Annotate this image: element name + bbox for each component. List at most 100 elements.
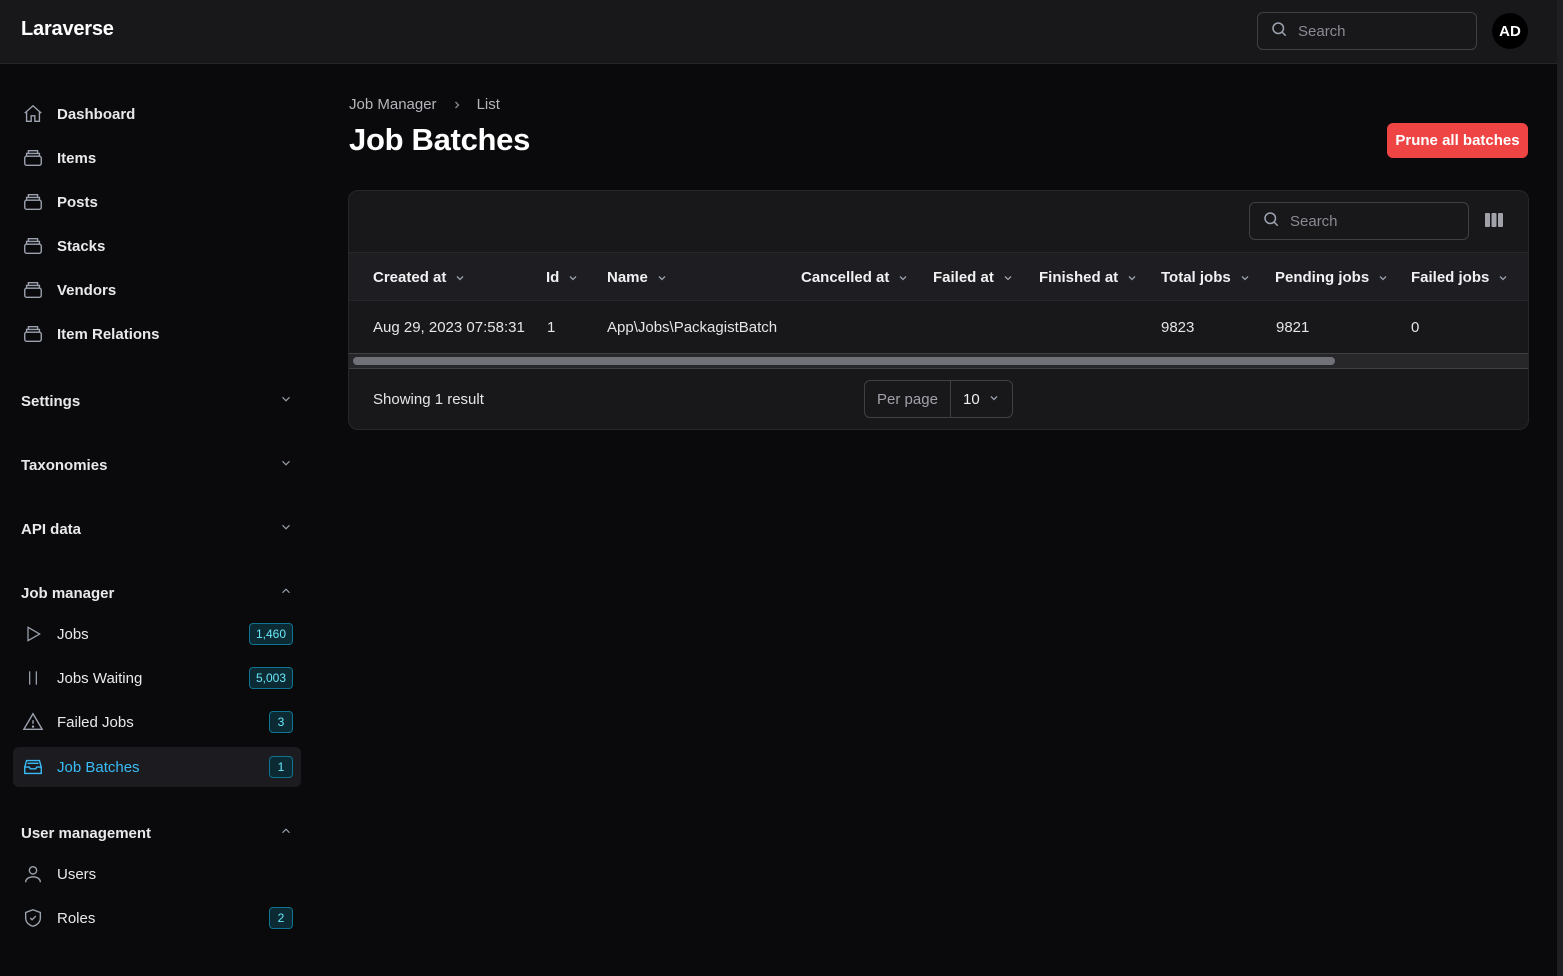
- count-badge: 1,460: [248, 623, 293, 645]
- sidebar-item-roles[interactable]: Roles 2: [13, 898, 301, 938]
- chevron-down-icon: [897, 272, 909, 284]
- chevron-up-icon: [279, 584, 293, 602]
- count-badge: 5,003: [248, 667, 293, 689]
- group-label: Job manager: [21, 584, 115, 602]
- table-card: Created at Id Name Cancelled at Failed a…: [348, 190, 1529, 430]
- sidebar-item-label: Posts: [57, 193, 98, 211]
- chevron-up-icon: [279, 824, 293, 842]
- chevron-down-icon: [656, 272, 668, 284]
- column-label: Pending jobs: [1275, 269, 1370, 286]
- chevron-down-icon: [1002, 272, 1014, 284]
- sidebar-item-label: Items: [57, 149, 97, 167]
- sidebar-item-dashboard[interactable]: Dashboard: [13, 94, 301, 134]
- table-header: Created at Id Name Cancelled at Failed a…: [349, 252, 1528, 302]
- chevron-right-icon: [451, 99, 463, 111]
- chevron-down-icon: [279, 456, 293, 474]
- sidebar-item-failed-jobs[interactable]: Failed Jobs 3: [13, 702, 301, 742]
- stack-icon: [22, 279, 44, 301]
- cell-total-jobs: 9823: [1161, 318, 1195, 336]
- column-header-cancelled-at[interactable]: Cancelled at: [801, 253, 909, 302]
- per-page-label: Per page: [865, 381, 951, 417]
- table-search[interactable]: [1249, 202, 1469, 240]
- table-horizontal-scrollbar[interactable]: [349, 353, 1528, 369]
- sidebar-item-jobs-waiting[interactable]: Jobs Waiting 5,003: [13, 658, 301, 698]
- user-icon: [22, 863, 44, 885]
- page-title: Job Batches: [349, 122, 531, 157]
- global-search[interactable]: [1257, 12, 1477, 50]
- column-label: Failed at: [933, 269, 994, 286]
- group-label: User management: [21, 824, 152, 842]
- global-search-input[interactable]: [1298, 22, 1458, 40]
- stack-icon: [22, 323, 44, 345]
- column-header-created-at[interactable]: Created at: [373, 253, 466, 302]
- column-header-failed-jobs[interactable]: Failed jobs: [1411, 253, 1509, 302]
- stack-icon: [22, 235, 44, 257]
- top-bar: Laraverse AD: [0, 0, 1563, 64]
- column-label: Total jobs: [1161, 269, 1231, 286]
- sidebar-group-settings[interactable]: Settings: [21, 389, 293, 413]
- sidebar-item-label: Item Relations: [57, 325, 160, 343]
- per-page-select[interactable]: Per page 10: [864, 380, 1013, 418]
- sidebar-item-label: Failed Jobs: [57, 713, 134, 731]
- sidebar-item-jobs[interactable]: Jobs 1,460: [13, 614, 301, 654]
- column-header-pending-jobs[interactable]: Pending jobs: [1275, 253, 1389, 302]
- sidebar-item-job-batches[interactable]: Job Batches 1: [13, 747, 301, 787]
- sidebar-item-item-relations[interactable]: Item Relations: [13, 314, 301, 354]
- chevron-down-icon: [1497, 272, 1509, 284]
- home-icon: [22, 103, 44, 125]
- search-icon: [1270, 20, 1288, 43]
- brand-logo[interactable]: Laraverse: [21, 18, 114, 41]
- user-avatar[interactable]: AD: [1492, 13, 1528, 49]
- result-count: Showing 1 result: [373, 391, 484, 408]
- group-label: Taxonomies: [21, 456, 108, 474]
- column-header-finished-at[interactable]: Finished at: [1039, 253, 1138, 302]
- cell-failed-jobs: 0: [1411, 318, 1420, 336]
- sidebar-item-stacks[interactable]: Stacks: [13, 226, 301, 266]
- chevron-down-icon: [1377, 272, 1389, 284]
- sidebar-group-job-manager[interactable]: Job manager: [21, 581, 293, 605]
- cell-created-at: Aug 29, 2023 07:58:31: [373, 318, 525, 336]
- table-row[interactable]: Aug 29, 2023 07:58:31 1 App\Jobs\Packagi…: [349, 301, 1528, 353]
- cell-name: App\Jobs\PackagistBatch: [607, 318, 778, 336]
- chevron-down-icon: [1239, 272, 1251, 284]
- breadcrumb-current: List: [476, 96, 500, 113]
- count-badge: 3: [269, 711, 293, 733]
- chevron-down-icon: [454, 272, 466, 284]
- scrollbar-thumb[interactable]: [353, 357, 1335, 365]
- sidebar-group-api-data[interactable]: API data: [21, 517, 293, 541]
- count-badge: 2: [269, 907, 293, 929]
- column-toggle-button[interactable]: [1483, 211, 1505, 233]
- chevron-down-icon: [567, 272, 579, 284]
- breadcrumb-parent[interactable]: Job Manager: [349, 96, 437, 113]
- sidebar-group-user-management[interactable]: User management: [21, 821, 293, 845]
- column-header-id[interactable]: Id: [546, 253, 579, 302]
- chevron-down-icon: [279, 392, 293, 410]
- search-icon: [1262, 210, 1280, 233]
- columns-icon: [1484, 211, 1504, 234]
- column-header-total-jobs[interactable]: Total jobs: [1161, 253, 1251, 302]
- column-label: Failed jobs: [1411, 269, 1490, 286]
- chevron-down-icon: [1126, 272, 1138, 284]
- sidebar-item-items[interactable]: Items: [13, 138, 301, 178]
- column-label: Id: [546, 269, 560, 286]
- pause-icon: [22, 667, 44, 689]
- breadcrumb: Job Manager List: [349, 96, 500, 113]
- shield-check-icon: [22, 907, 44, 929]
- per-page-value[interactable]: 10: [951, 391, 1012, 408]
- sidebar-item-posts[interactable]: Posts: [13, 182, 301, 222]
- stack-icon: [22, 147, 44, 169]
- column-header-failed-at[interactable]: Failed at: [933, 253, 1014, 302]
- table-search-input[interactable]: [1290, 212, 1450, 230]
- sidebar-item-users[interactable]: Users: [13, 854, 301, 894]
- chevron-down-icon: [279, 520, 293, 538]
- sidebar-item-label: Job Batches: [57, 758, 140, 776]
- sidebar-group-taxonomies[interactable]: Taxonomies: [21, 453, 293, 477]
- sidebar-item-vendors[interactable]: Vendors: [13, 270, 301, 310]
- sidebar-item-label: Vendors: [57, 281, 117, 299]
- group-label: Settings: [21, 392, 81, 410]
- page-scrollbar[interactable]: [1557, 0, 1563, 976]
- column-label: Finished at: [1039, 269, 1119, 286]
- play-icon: [22, 623, 44, 645]
- column-header-name[interactable]: Name: [607, 253, 668, 302]
- prune-all-batches-button[interactable]: Prune all batches: [1387, 123, 1528, 158]
